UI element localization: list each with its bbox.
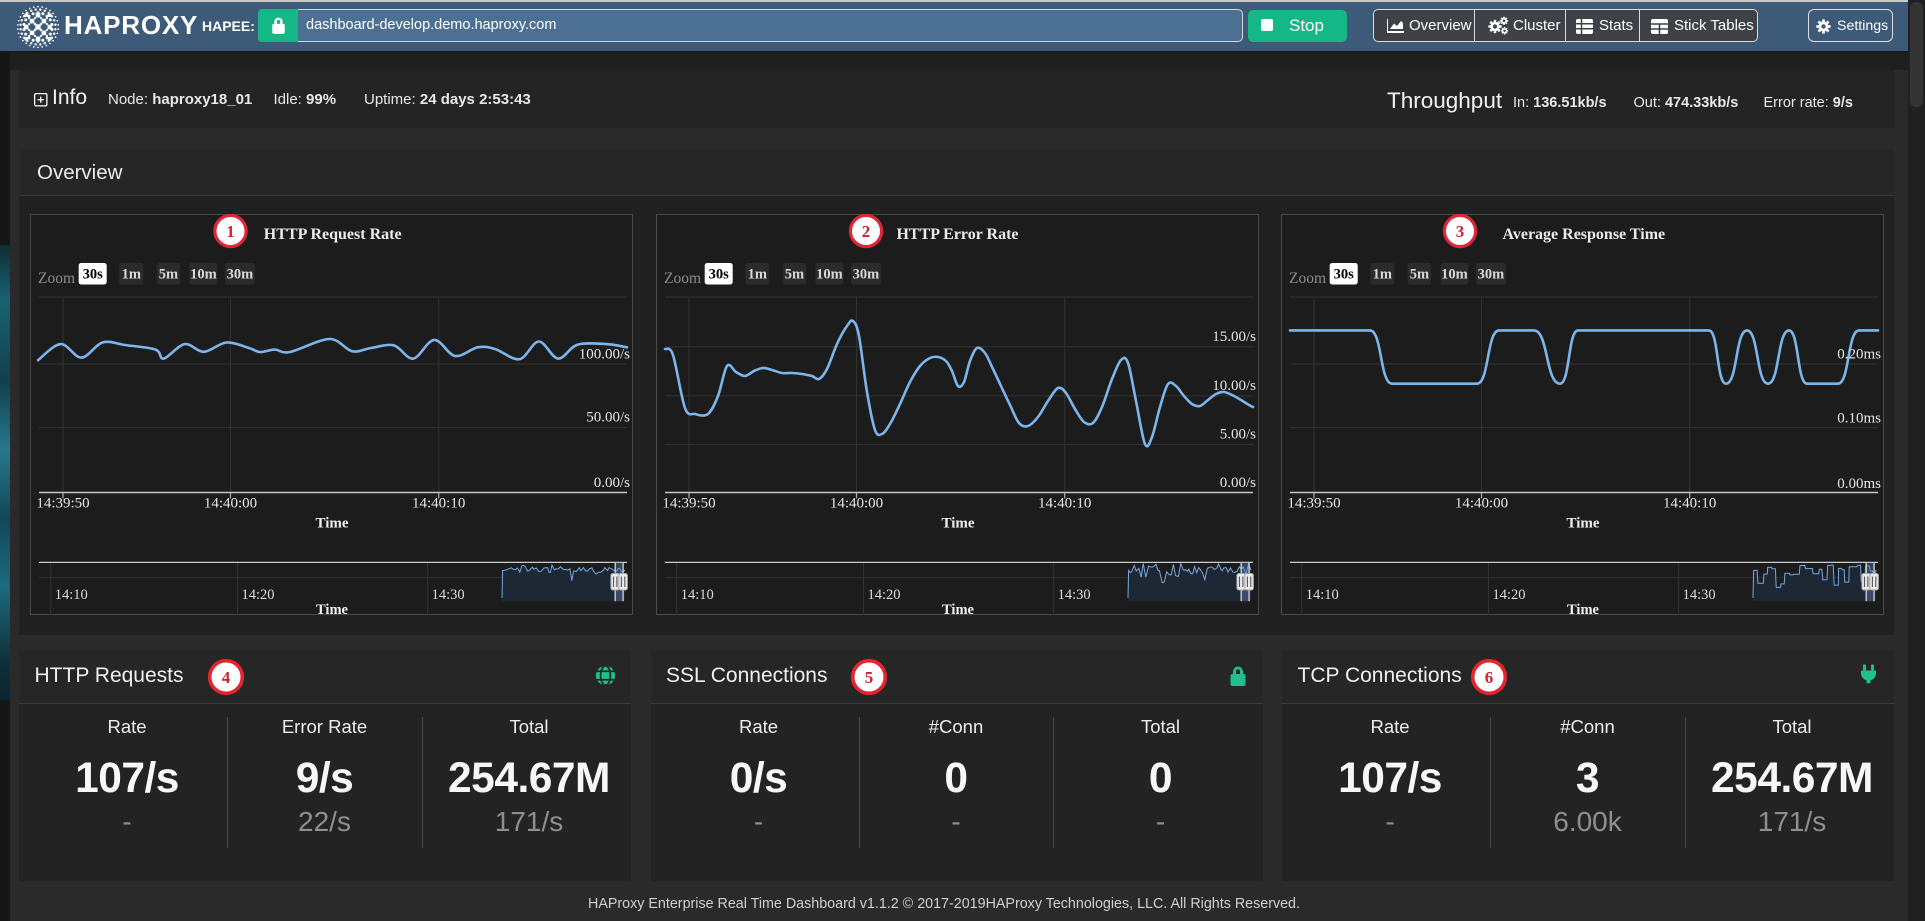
- svg-text:30s: 30s: [83, 267, 104, 283]
- svg-text:Time: Time: [941, 516, 974, 532]
- svg-text:4: 4: [221, 668, 230, 687]
- svg-text:1m: 1m: [748, 267, 767, 283]
- svg-text:0.00ms: 0.00ms: [1837, 476, 1881, 492]
- svg-text:Time: Time: [315, 516, 348, 532]
- svg-text:14:40:00: 14:40:00: [1455, 496, 1508, 512]
- svg-text:14:20: 14:20: [868, 587, 901, 603]
- svg-text:10.00/s: 10.00/s: [1212, 378, 1256, 394]
- svg-text:14:40:10: 14:40:10: [1038, 496, 1091, 512]
- svg-text:1m: 1m: [1373, 267, 1392, 283]
- svg-text:6: 6: [1485, 668, 1494, 687]
- svg-text:0.00/s: 0.00/s: [1220, 475, 1256, 491]
- svg-text:14:40:10: 14:40:10: [412, 496, 465, 512]
- svg-text:10m: 10m: [1441, 267, 1468, 283]
- svg-text:1m: 1m: [122, 267, 141, 283]
- svg-text:14:40:00: 14:40:00: [204, 496, 257, 512]
- svg-text:5m: 5m: [1410, 267, 1429, 283]
- svg-text:14:39:50: 14:39:50: [36, 496, 89, 512]
- svg-text:HTTP Request Rate: HTTP Request Rate: [264, 226, 402, 243]
- svg-text:3: 3: [1456, 222, 1465, 241]
- svg-text:Time: Time: [316, 602, 349, 615]
- svg-text:50.00/s: 50.00/s: [586, 410, 630, 426]
- svg-text:14:10: 14:10: [681, 587, 714, 603]
- svg-text:HTTP Error Rate: HTTP Error Rate: [896, 226, 1018, 243]
- svg-text:30m: 30m: [227, 267, 254, 283]
- svg-text:Zoom: Zoom: [1289, 270, 1326, 287]
- svg-text:14:30: 14:30: [1058, 587, 1091, 603]
- svg-text:0.00/s: 0.00/s: [594, 475, 630, 491]
- svg-text:14:39:50: 14:39:50: [1287, 496, 1340, 512]
- svg-text:30m: 30m: [853, 267, 880, 283]
- svg-text:14:10: 14:10: [1306, 587, 1339, 603]
- svg-text:5.00/s: 5.00/s: [1220, 427, 1256, 443]
- svg-text:Time: Time: [1567, 602, 1600, 615]
- svg-text:Time: Time: [1566, 516, 1599, 532]
- svg-text:15.00/s: 15.00/s: [1212, 329, 1256, 345]
- svg-text:100.00/s: 100.00/s: [579, 347, 630, 363]
- svg-text:30s: 30s: [1334, 267, 1355, 283]
- svg-text:Zoom: Zoom: [664, 270, 701, 287]
- svg-text:14:20: 14:20: [242, 587, 275, 603]
- svg-text:Average Response Time: Average Response Time: [1502, 226, 1665, 243]
- svg-text:14:40:00: 14:40:00: [830, 496, 883, 512]
- svg-text:14:30: 14:30: [1683, 587, 1716, 603]
- svg-text:5: 5: [865, 668, 874, 687]
- svg-text:14:39:50: 14:39:50: [662, 496, 715, 512]
- svg-text:Time: Time: [942, 602, 975, 615]
- svg-text:Zoom: Zoom: [38, 270, 75, 287]
- svg-text:5m: 5m: [785, 267, 804, 283]
- svg-text:10m: 10m: [190, 267, 217, 283]
- svg-text:14:30: 14:30: [432, 587, 465, 603]
- svg-text:2: 2: [862, 222, 871, 241]
- svg-text:5m: 5m: [159, 267, 178, 283]
- svg-text:30m: 30m: [1478, 267, 1505, 283]
- svg-text:14:20: 14:20: [1493, 587, 1526, 603]
- svg-text:14:40:10: 14:40:10: [1663, 496, 1716, 512]
- svg-text:10m: 10m: [816, 267, 843, 283]
- svg-text:30s: 30s: [709, 267, 730, 283]
- svg-text:1: 1: [226, 222, 235, 241]
- svg-text:0.20ms: 0.20ms: [1837, 347, 1881, 363]
- svg-text:0.10ms: 0.10ms: [1837, 410, 1881, 426]
- svg-text:14:10: 14:10: [55, 587, 88, 603]
